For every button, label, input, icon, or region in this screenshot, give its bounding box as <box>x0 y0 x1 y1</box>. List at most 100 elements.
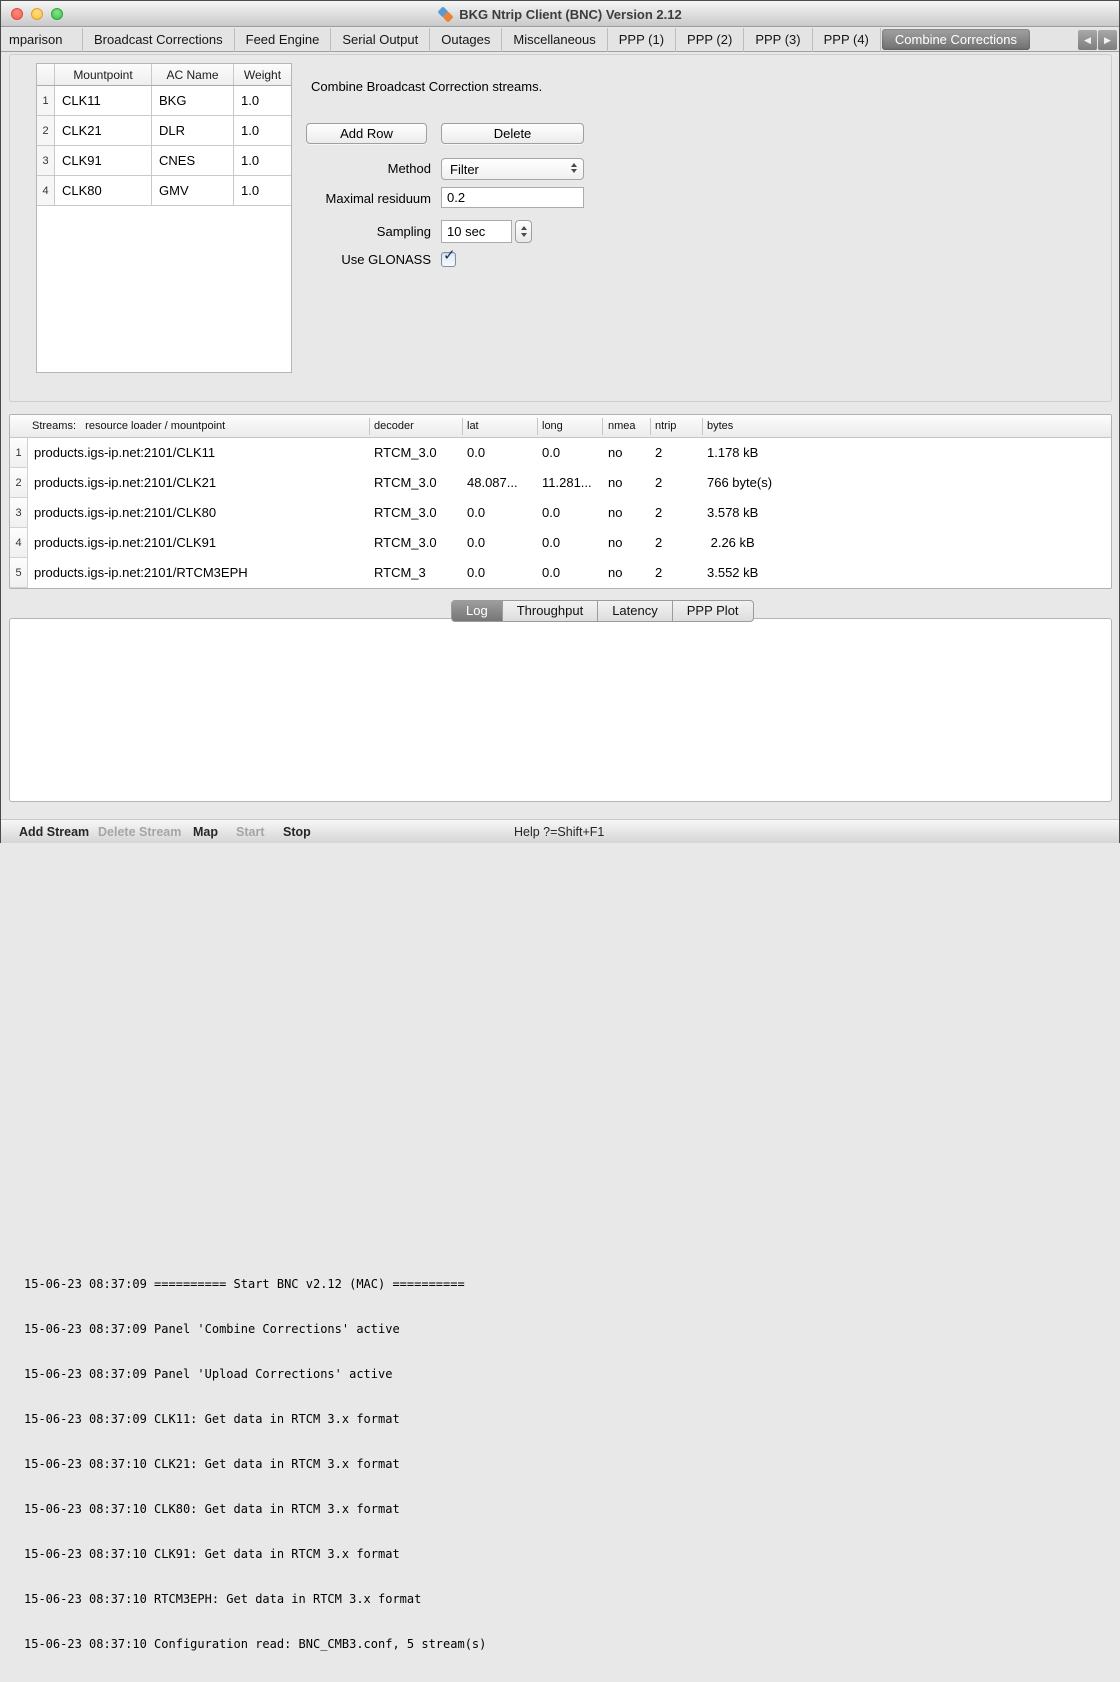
row-number: 3 <box>10 498 28 528</box>
col-header-nmea[interactable]: nmea <box>608 415 636 438</box>
row-number[interactable]: 3 <box>37 146 55 176</box>
cell-long: 11.281... <box>542 468 592 498</box>
stream-row[interactable]: 4 products.igs-ip.net:2101/CLK91 RTCM_3.… <box>10 528 1111 558</box>
cell-weight[interactable]: 1.0 <box>234 86 291 116</box>
cell-mountpoint: products.igs-ip.net:2101/CLK91 <box>34 528 216 558</box>
col-header-weight[interactable]: Weight <box>234 64 291 85</box>
col-header-bytes[interactable]: bytes <box>707 415 733 438</box>
col-header-decoder[interactable]: decoder <box>374 415 414 438</box>
stream-row[interactable]: 5 products.igs-ip.net:2101/RTCM3EPH RTCM… <box>10 558 1111 588</box>
log-line: 15-06-23 08:37:10 CLK80: Get data in RTC… <box>24 1502 1104 1517</box>
use-glonass-checkbox[interactable]: ✓ <box>441 252 456 267</box>
method-select[interactable]: Filter <box>441 158 584 180</box>
log-line: 15-06-23 08:37:09 ========== Start BNC v… <box>24 1277 1104 1292</box>
cell-mountpoint[interactable]: CLK80 <box>55 176 152 206</box>
corrections-table-header: Mountpoint AC Name Weight <box>37 64 291 86</box>
row-number: 1 <box>10 438 28 468</box>
cell-long: 0.0 <box>542 438 560 468</box>
delete-button[interactable]: Delete <box>441 123 584 144</box>
tab-ppp-3[interactable]: PPP (3) <box>744 28 812 52</box>
row-number: 4 <box>10 528 28 558</box>
stop-button[interactable]: Stop <box>283 820 311 844</box>
help-shortcut-label: Help ?=Shift+F1 <box>514 820 604 844</box>
add-row-button[interactable]: Add Row <box>306 123 427 144</box>
tab-broadcast-corrections[interactable]: Broadcast Corrections <box>83 28 235 52</box>
method-label: Method <box>181 158 431 180</box>
cell-nmea: no <box>608 438 622 468</box>
log-line: 15-06-23 08:37:09 Panel 'Combine Correct… <box>24 1322 1104 1337</box>
method-value: Filter <box>450 162 479 177</box>
sampling-stepper[interactable] <box>515 220 532 243</box>
tab-scroll-left-button[interactable]: ◀ <box>1078 30 1097 50</box>
log-output: 15-06-23 08:37:09 ========== Start BNC v… <box>24 1247 1104 1682</box>
start-button: Start <box>236 820 264 844</box>
tab-latency[interactable]: Latency <box>598 601 673 621</box>
map-button[interactable]: Map <box>193 820 218 844</box>
cell-lat: 48.087... <box>467 468 518 498</box>
window-title: BKG Ntrip Client (BNC) Version 2.12 <box>459 7 681 22</box>
log-panel: 15-06-23 08:37:09 ========== Start BNC v… <box>9 618 1112 802</box>
tab-scroll-right-button[interactable]: ▶ <box>1098 30 1117 50</box>
cell-mountpoint[interactable]: CLK91 <box>55 146 152 176</box>
tab-outages[interactable]: Outages <box>430 28 502 52</box>
chevron-left-icon: ◀ <box>1084 36 1091 45</box>
sampling-input[interactable]: 10 sec <box>441 220 512 243</box>
stream-row[interactable]: 1 products.igs-ip.net:2101/CLK11 RTCM_3.… <box>10 438 1111 468</box>
cell-ntrip: 2 <box>655 468 662 498</box>
streams-table: Streams: resource loader / mountpoint de… <box>9 414 1112 589</box>
add-stream-button[interactable]: Add Stream <box>19 820 89 844</box>
col-header-ac-name[interactable]: AC Name <box>152 64 234 85</box>
row-number[interactable]: 4 <box>37 176 55 206</box>
cell-decoder: RTCM_3.0 <box>374 438 437 468</box>
cell-bytes: 766 byte(s) <box>707 468 772 498</box>
col-header-lat[interactable]: lat <box>467 415 479 438</box>
cell-mountpoint: products.igs-ip.net:2101/CLK21 <box>34 468 216 498</box>
col-header-mountpoint[interactable]: Streams: resource loader / mountpoint <box>32 415 225 438</box>
log-line: 15-06-23 08:37:10 RTCM3EPH: Get data in … <box>24 1592 1104 1607</box>
action-bar: Add Stream Delete Stream Map Start Stop … <box>1 819 1119 843</box>
stream-row[interactable]: 2 products.igs-ip.net:2101/CLK21 RTCM_3.… <box>10 468 1111 498</box>
cell-mountpoint: products.igs-ip.net:2101/CLK11 <box>34 438 215 468</box>
cell-ntrip: 2 <box>655 528 662 558</box>
tab-feed-engine[interactable]: Feed Engine <box>235 28 332 52</box>
log-line: 15-06-23 08:37:10 CLK21: Get data in RTC… <box>24 1457 1104 1472</box>
stream-row[interactable]: 3 products.igs-ip.net:2101/CLK80 RTCM_3.… <box>10 498 1111 528</box>
cell-ac-name[interactable]: DLR <box>152 116 234 146</box>
tab-comparison-truncated[interactable]: mparison <box>1 28 83 52</box>
tab-ppp-4[interactable]: PPP (4) <box>813 28 881 52</box>
corner-cell <box>37 64 55 85</box>
maximal-residuum-label: Maximal residuum <box>181 188 431 209</box>
cell-lat: 0.0 <box>467 498 485 528</box>
cell-lat: 0.0 <box>467 558 485 588</box>
table-row: 2 CLK21 DLR 1.0 <box>37 116 291 146</box>
tab-log[interactable]: Log <box>452 601 503 621</box>
col-header-long[interactable]: long <box>542 415 563 438</box>
col-header-ntrip[interactable]: ntrip <box>655 415 676 438</box>
checkmark-icon: ✓ <box>443 246 456 264</box>
row-number: 5 <box>10 558 28 588</box>
corrections-mountpoint-table: Mountpoint AC Name Weight 1 CLK11 BKG 1.… <box>36 63 292 373</box>
cell-mountpoint: products.igs-ip.net:2101/RTCM3EPH <box>34 558 248 588</box>
cell-long: 0.0 <box>542 558 560 588</box>
cell-mountpoint[interactable]: CLK21 <box>55 116 152 146</box>
row-number[interactable]: 1 <box>37 86 55 116</box>
tab-ppp-1[interactable]: PPP (1) <box>608 28 676 52</box>
tab-miscellaneous[interactable]: Miscellaneous <box>502 28 607 52</box>
maximal-residuum-input[interactable]: 0.2 <box>441 187 584 208</box>
cell-weight[interactable]: 1.0 <box>234 116 291 146</box>
tab-combine-corrections[interactable]: Combine Corrections <box>882 29 1030 50</box>
cell-bytes: 2.26 kB <box>707 528 755 558</box>
col-header-mountpoint[interactable]: Mountpoint <box>55 64 152 85</box>
tab-ppp-2[interactable]: PPP (2) <box>676 28 744 52</box>
tab-throughput[interactable]: Throughput <box>503 601 599 621</box>
cell-mountpoint[interactable]: CLK11 <box>55 86 152 116</box>
cell-long: 0.0 <box>542 528 560 558</box>
log-line: 15-06-23 08:37:09 CLK11: Get data in RTC… <box>24 1412 1104 1427</box>
tab-ppp-plot[interactable]: PPP Plot <box>673 601 753 621</box>
stepper-up-icon <box>521 226 527 230</box>
streams-table-header: Streams: resource loader / mountpoint de… <box>10 415 1111 438</box>
cell-ac-name[interactable]: BKG <box>152 86 234 116</box>
cell-ntrip: 2 <box>655 438 662 468</box>
tab-serial-output[interactable]: Serial Output <box>331 28 430 52</box>
row-number[interactable]: 2 <box>37 116 55 146</box>
